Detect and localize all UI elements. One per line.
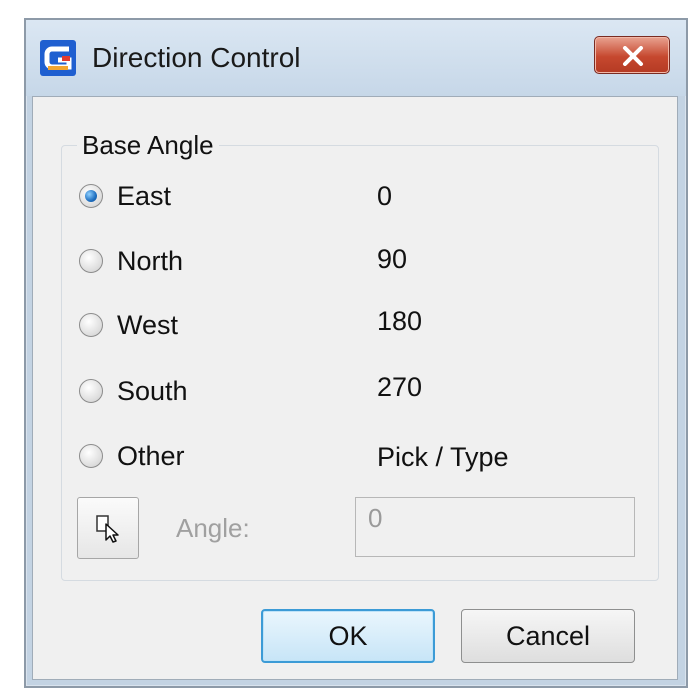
radio-south[interactable]: South [77,372,347,412]
radio-label-north[interactable]: North [117,244,183,278]
radio-west[interactable]: West [77,306,347,346]
cancel-button[interactable]: Cancel [461,609,635,663]
radio-button-south[interactable] [79,379,103,403]
angle-value-east: 0 [377,181,393,211]
angle-label: Angle: [176,513,250,543]
radio-label-east[interactable]: East [117,179,171,213]
pick-type-label: Pick / Type [377,442,509,472]
radio-east[interactable]: East [77,177,347,217]
radio-label-other[interactable]: Other [117,439,185,473]
pick-angle-button[interactable] [77,497,139,559]
radio-button-east[interactable] [79,184,103,208]
radio-north[interactable]: North [77,242,347,282]
radio-label-west[interactable]: West [117,308,178,342]
radio-button-west[interactable] [79,313,103,337]
app-logo-icon [40,40,76,76]
base-angle-group-label: Base Angle [77,130,219,160]
dialog-body: Base Angle East 0 North 90 West 180 Sout… [32,96,678,680]
ok-button[interactable]: OK [261,609,435,663]
radio-button-other[interactable] [79,444,103,468]
close-button[interactable] [594,36,670,74]
angle-input[interactable] [355,497,635,557]
angle-value-west: 180 [377,306,423,336]
direction-control-dialog: Direction Control Base Angle East 0 Nort… [24,18,688,688]
angle-value-south: 270 [377,372,423,402]
title-bar[interactable]: Direction Control [26,20,686,96]
angle-value-north: 90 [377,244,408,274]
radio-other[interactable]: Other [77,437,347,477]
pick-point-cursor-icon [96,515,119,543]
radio-button-north[interactable] [79,249,103,273]
window-title: Direction Control [92,42,301,73]
radio-label-south[interactable]: South [117,374,188,408]
close-icon [623,46,643,66]
